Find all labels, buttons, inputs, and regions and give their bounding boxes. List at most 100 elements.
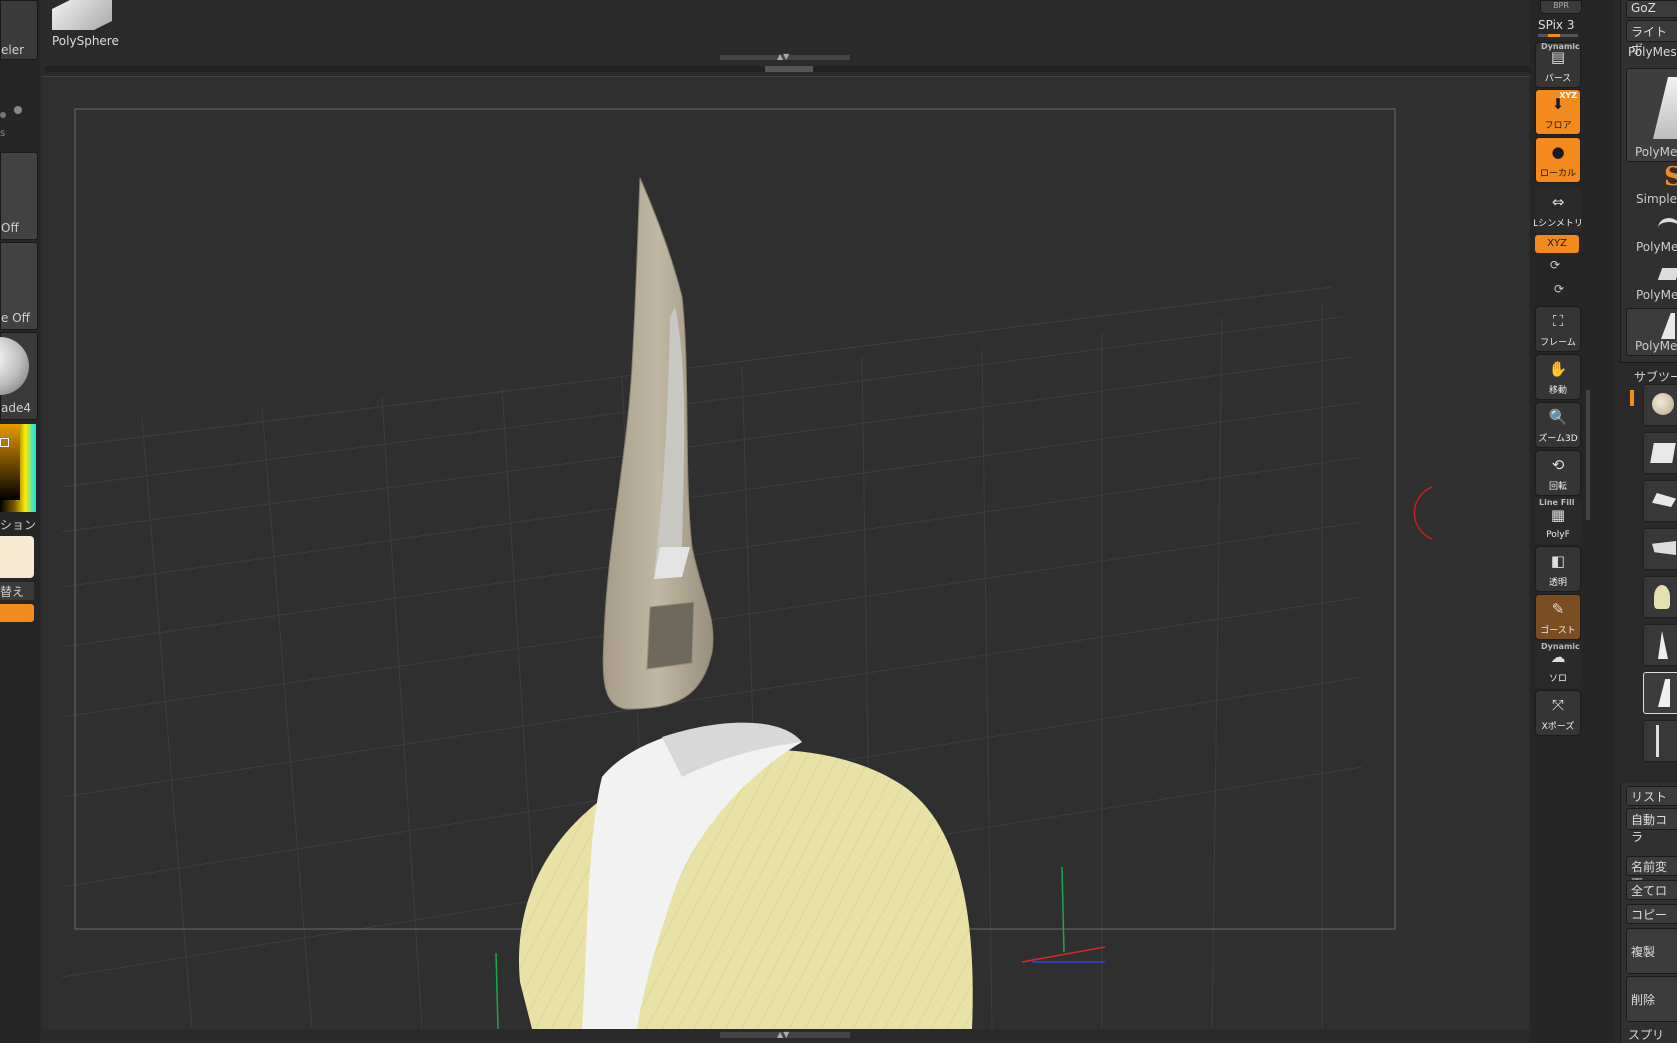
top-scrollbar-track[interactable] [45, 66, 1530, 72]
polyframe-linefill-label: Line Fill [1539, 498, 1575, 507]
zoom3d-label: ズーム3D [1538, 434, 1578, 444]
local-button[interactable]: ● ローカル [1535, 137, 1581, 183]
solo-label: ソロ [1548, 674, 1567, 684]
copy-label: コピー [1631, 908, 1668, 922]
horn-tool-icon [1653, 77, 1677, 139]
material-button[interactable]: ade4 [0, 332, 38, 420]
split-label[interactable]: スプリ [1628, 1026, 1677, 1043]
main-color-swatch[interactable] [0, 536, 34, 578]
subtool-item[interactable] [1643, 480, 1677, 522]
left-shelf: eler s Off e Off ade4 ション 替え [0, 0, 40, 1043]
head-icon [1652, 393, 1674, 415]
polysphere-button[interactable] [52, 0, 114, 38]
tool-thumb-label: PolyMes [1636, 240, 1677, 254]
xpose-button[interactable]: ⤧ Xポーズ [1535, 690, 1581, 736]
top-scrollbar-thumb[interactable] [765, 66, 813, 72]
ghost-icon: ✎ [1551, 600, 1565, 618]
simplebrush-icon: S [1664, 162, 1677, 192]
move-label: 移動 [1548, 386, 1567, 396]
viewport-canvas[interactable] [42, 76, 1530, 1029]
tool-thumb-label: PolyMes [1636, 288, 1677, 302]
subtool-scroll-indicator[interactable] [1630, 390, 1634, 406]
xpose-label: Xポーズ [1541, 722, 1575, 732]
spix-slider[interactable] [1538, 34, 1578, 37]
rotate-button[interactable]: ⟲ 回転 [1535, 450, 1581, 496]
subtool-item-selected[interactable] [1643, 672, 1677, 714]
stroke-dots-icon[interactable]: s [0, 88, 34, 143]
tool-thumb-polymesh-2[interactable]: PolyMes [1628, 214, 1677, 258]
swap-color-button[interactable]: 替え [0, 582, 34, 600]
polyframe-button[interactable]: Line Fill ▦ PolyF [1535, 498, 1581, 544]
bpr-button[interactable]: BPR [1540, 0, 1582, 14]
floor-xyz-label: XYZ [1559, 91, 1577, 100]
solo-button[interactable]: Dynamic ☁ ソロ [1535, 642, 1581, 688]
delete-button[interactable]: 削除 [1626, 976, 1677, 1022]
color-picker[interactable] [0, 424, 36, 512]
transparency-label: 透明 [1548, 578, 1567, 588]
subtool-item[interactable] [1643, 528, 1677, 570]
material-sphere-icon [0, 337, 29, 395]
l-symmetry-button[interactable]: ⇔ Lシンメトリ [1533, 187, 1583, 233]
subtool-header: サブツー [1634, 370, 1677, 384]
polysphere-icon [52, 0, 112, 30]
top-shelf-divider-handle[interactable]: ▲▼ [720, 53, 850, 61]
switch-color-toggle[interactable] [0, 604, 34, 622]
bottom-shelf-divider-handle[interactable]: ▲▼ [720, 1031, 850, 1039]
swap-label: 替え [0, 585, 25, 599]
duplicate-button[interactable]: 複製 [1626, 928, 1677, 974]
modeler-brush-button[interactable]: eler [0, 0, 38, 60]
zoom3d-button[interactable]: 🔍 ズーム3D [1535, 402, 1581, 448]
floor-button[interactable]: XYZ ⬇ フロア [1535, 89, 1581, 135]
subtool-item[interactable] [1643, 384, 1677, 426]
tool-thumb-simplebrush[interactable]: S SimpleB [1628, 162, 1677, 208]
mesh-icon [1650, 443, 1676, 463]
lightbox-button[interactable]: ライトボ [1626, 20, 1677, 56]
duplicate-label: 複製 [1631, 945, 1656, 959]
list-view-button[interactable]: リスト表 [1626, 786, 1677, 821]
transparency-button[interactable]: ◧ 透明 [1535, 546, 1581, 592]
rotate-xyz-toggle[interactable]: XYZ [1535, 235, 1579, 253]
rename-button[interactable]: 名前変更 [1626, 856, 1677, 891]
zoom-icon: 🔍 [1548, 408, 1568, 426]
texture-off-button[interactable]: e Off [0, 242, 38, 330]
frame-button[interactable]: ⛶ フレーム [1535, 306, 1581, 352]
stroke-label: s [0, 128, 6, 139]
horn-socket [646, 601, 695, 670]
move-button[interactable]: ✋ 移動 [1535, 354, 1581, 400]
goz-button[interactable]: GoZ [1626, 0, 1677, 18]
horn-tool-icon [1658, 679, 1670, 707]
frame-icon: ⛶ [1552, 312, 1564, 330]
hand-icon: ✋ [1548, 360, 1568, 378]
tool-thumb-label: PolyMes [1635, 145, 1677, 159]
all-load-button[interactable]: 全てロー [1626, 880, 1677, 915]
rotate-label: 回転 [1548, 482, 1567, 492]
perspective-label: パース [1544, 74, 1572, 84]
rotate-z-icon[interactable]: ⟳ [1554, 282, 1564, 296]
subtool-item[interactable] [1643, 432, 1677, 474]
tool-strip-scrollbar[interactable] [1586, 390, 1590, 520]
perspective-button[interactable]: Dynamic ▤ パース [1535, 42, 1581, 88]
tool-thumb-polymesh-4[interactable]: PolyMes [1626, 308, 1677, 356]
tool-thumb-polymesh-3[interactable]: PolyMes [1628, 262, 1677, 306]
viewport-scene [61, 108, 1433, 1029]
gyro-indicator [1413, 486, 1433, 540]
ghost-button[interactable]: ✎ ゴースト [1535, 594, 1581, 640]
modeler-label: eler [1, 43, 25, 57]
subtool-item[interactable] [1643, 720, 1677, 762]
tool-thumb-label: SimpleB [1636, 192, 1677, 206]
subtool-item[interactable] [1643, 576, 1677, 618]
auto-collapse-button[interactable]: 自動コラ [1626, 808, 1677, 844]
current-tool-thumbnail[interactable]: PolyMes [1626, 68, 1677, 162]
spix-label: SPix 3 [1538, 18, 1575, 32]
alpha-off-button[interactable]: Off [0, 152, 38, 240]
texture-off-label: e Off [1, 311, 30, 325]
ghost-label: ゴースト [1540, 626, 1576, 636]
figure-icon [1656, 725, 1669, 757]
polyframe-label: PolyF [1546, 530, 1570, 540]
rotate-y-icon[interactable]: ⟳ [1550, 258, 1560, 272]
horn-tool-icon [1661, 313, 1675, 339]
subtool-item[interactable] [1643, 624, 1677, 666]
copy-button[interactable]: コピー [1626, 904, 1677, 924]
material-label: ade4 [1, 401, 31, 415]
l-symmetry-label: Lシンメトリ [1533, 219, 1583, 229]
